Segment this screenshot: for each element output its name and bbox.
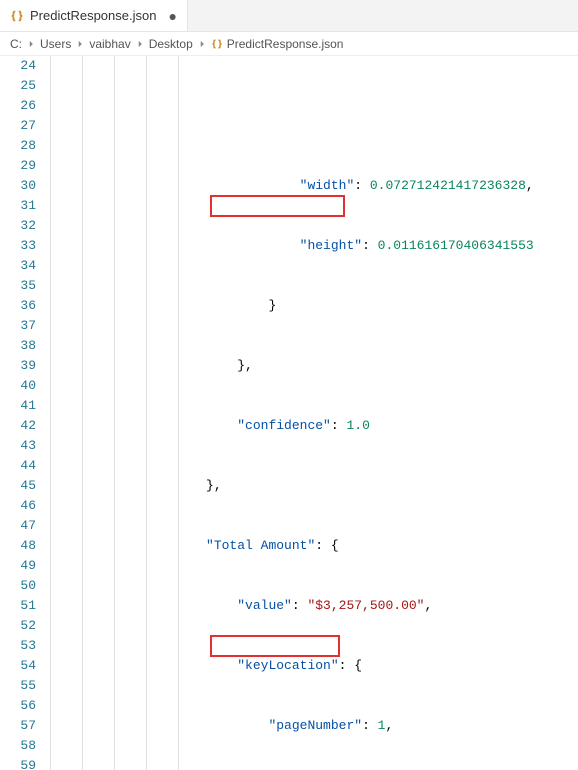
code-editor[interactable]: 2425262728293031323334353637383940414243… <box>0 56 578 770</box>
line-number: 56 <box>0 696 36 716</box>
line-number: 37 <box>0 316 36 336</box>
breadcrumb-part[interactable]: C: <box>10 37 22 51</box>
line-number: 34 <box>0 256 36 276</box>
tab-filename: PredictResponse.json <box>30 8 156 23</box>
editor-tab[interactable]: PredictResponse.json ● <box>0 0 188 31</box>
breadcrumb-part[interactable]: vaibhav <box>89 37 130 51</box>
line-number: 44 <box>0 456 36 476</box>
breadcrumb-part[interactable]: Desktop <box>149 37 193 51</box>
line-number: 52 <box>0 616 36 636</box>
line-number: 39 <box>0 356 36 376</box>
line-number: 50 <box>0 576 36 596</box>
line-number: 57 <box>0 716 36 736</box>
line-number: 29 <box>0 156 36 176</box>
line-number: 53 <box>0 636 36 656</box>
line-number: 46 <box>0 496 36 516</box>
chevron-right-icon <box>26 39 36 49</box>
dirty-indicator-icon: ● <box>168 8 176 24</box>
line-number: 42 <box>0 416 36 436</box>
chevron-right-icon <box>75 39 85 49</box>
highlight-total-amount <box>210 195 345 217</box>
line-number: 33 <box>0 236 36 256</box>
line-number: 38 <box>0 336 36 356</box>
line-number: 59 <box>0 756 36 770</box>
line-number: 58 <box>0 736 36 756</box>
line-number: 55 <box>0 676 36 696</box>
line-number: 25 <box>0 76 36 96</box>
line-number: 40 <box>0 376 36 396</box>
line-number: 27 <box>0 116 36 136</box>
line-number: 51 <box>0 596 36 616</box>
code-content[interactable]: "width": 0.072712421417236328, "height":… <box>50 56 578 770</box>
line-number: 41 <box>0 396 36 416</box>
line-number: 49 <box>0 556 36 576</box>
chevron-right-icon <box>197 39 207 49</box>
line-number: 43 <box>0 436 36 456</box>
highlight-prepared-by <box>210 635 340 657</box>
chevron-right-icon <box>135 39 145 49</box>
json-file-icon <box>211 38 223 50</box>
line-number: 24 <box>0 56 36 76</box>
line-number: 35 <box>0 276 36 296</box>
line-number: 36 <box>0 296 36 316</box>
line-number: 47 <box>0 516 36 536</box>
breadcrumb-part[interactable]: Users <box>40 37 71 51</box>
line-number: 45 <box>0 476 36 496</box>
breadcrumb: C: Users vaibhav Desktop PredictResponse… <box>0 32 578 56</box>
line-number: 26 <box>0 96 36 116</box>
json-file-icon <box>10 9 24 23</box>
line-number: 31 <box>0 196 36 216</box>
line-number-gutter: 2425262728293031323334353637383940414243… <box>0 56 50 770</box>
line-number: 28 <box>0 136 36 156</box>
line-number: 54 <box>0 656 36 676</box>
line-number: 32 <box>0 216 36 236</box>
tab-bar: PredictResponse.json ● <box>0 0 578 32</box>
line-number: 48 <box>0 536 36 556</box>
line-number: 30 <box>0 176 36 196</box>
breadcrumb-file[interactable]: PredictResponse.json <box>227 37 344 51</box>
